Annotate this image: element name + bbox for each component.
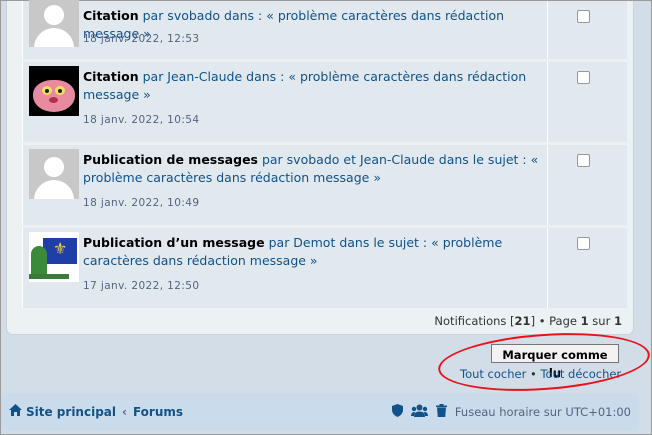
- notification-time: 18 janv. 2022, 10:49: [83, 197, 200, 209]
- notification-text[interactable]: Citation par Jean-Claude dans : « problè…: [83, 68, 543, 104]
- breadcrumb-separator: ‹: [122, 404, 127, 419]
- breadcrumb: Site principal ‹ Forums: [9, 404, 183, 419]
- trash-icon[interactable]: [435, 404, 447, 420]
- notifications-panel: Citation par svobado dans : « problème c…: [6, 0, 634, 335]
- flag-avatar: ⚜: [29, 232, 79, 282]
- notification-type: Citation: [83, 8, 139, 23]
- notification-detail: par Jean-Claude dans : « problème caract…: [83, 69, 527, 102]
- total-pages: 1: [613, 314, 622, 328]
- notification-list: Citation par svobado dans : « problème c…: [22, 0, 628, 311]
- pagination-info: Notifications [21] • Page 1 sur 1: [434, 314, 622, 328]
- notification-checkbox[interactable]: [577, 237, 590, 250]
- pagination-of: sur: [588, 314, 614, 328]
- notification-row[interactable]: Citation par svobado dans : « problème c…: [22, 0, 628, 59]
- page-frame: Citation par svobado dans : « problème c…: [0, 0, 652, 435]
- timezone-label: Fuseau horaire sur UTC+01:00: [454, 405, 631, 419]
- notification-row[interactable]: ⚜ Publication d’un message par Demot dan…: [22, 228, 627, 308]
- mark-column: [548, 228, 628, 308]
- mark-column: [548, 1, 628, 59]
- notification-type: Publication de messages: [83, 152, 258, 167]
- pagination-mid: ] • Page: [530, 314, 581, 328]
- notification-content[interactable]: Citation par Jean-Claude dans : « problè…: [23, 62, 548, 142]
- breadcrumb-home-link[interactable]: Site principal: [26, 405, 116, 419]
- pink-panther-avatar: [29, 66, 79, 116]
- footer-navbar: Site principal ‹ Forums Fuseau horaire s…: [1, 393, 639, 431]
- mark-column: [548, 62, 628, 142]
- notification-content[interactable]: ⚜ Publication d’un message par Demot dan…: [23, 228, 548, 308]
- home-icon[interactable]: [9, 404, 22, 419]
- notification-text[interactable]: Publication de messages par svobado et J…: [83, 151, 543, 187]
- notification-content[interactable]: Publication de messages par svobado et J…: [23, 145, 548, 225]
- current-page: 1: [580, 314, 589, 328]
- mark-column: [548, 145, 628, 225]
- notification-row[interactable]: Publication de messages par svobado et J…: [22, 145, 627, 225]
- notification-content[interactable]: Citation par svobado dans : « problème c…: [23, 0, 548, 59]
- default-avatar: [29, 0, 79, 47]
- shield-icon[interactable]: [391, 404, 403, 420]
- pagination-label: Notifications [: [434, 314, 515, 328]
- notification-count: 21: [514, 314, 531, 328]
- notification-time: 17 janv. 2022, 12:50: [83, 280, 200, 292]
- notification-checkbox[interactable]: [577, 154, 590, 167]
- notification-time: 18 janv. 2022, 12:53: [83, 33, 200, 45]
- default-avatar: [29, 149, 79, 199]
- users-icon[interactable]: [410, 404, 428, 420]
- notification-text[interactable]: Publication d’un message par Demot dans …: [83, 234, 543, 270]
- notification-time: 18 janv. 2022, 10:54: [83, 114, 200, 126]
- notification-checkbox[interactable]: [577, 71, 590, 84]
- notification-type: Citation: [83, 69, 139, 84]
- highlight-circle: [436, 326, 652, 398]
- breadcrumb-forums-link[interactable]: Forums: [133, 405, 183, 419]
- footer-tools: Fuseau horaire sur UTC+01:00: [391, 404, 631, 420]
- notification-checkbox[interactable]: [577, 10, 590, 23]
- notification-row[interactable]: Citation par Jean-Claude dans : « problè…: [22, 62, 627, 142]
- notification-type: Publication d’un message: [83, 235, 265, 250]
